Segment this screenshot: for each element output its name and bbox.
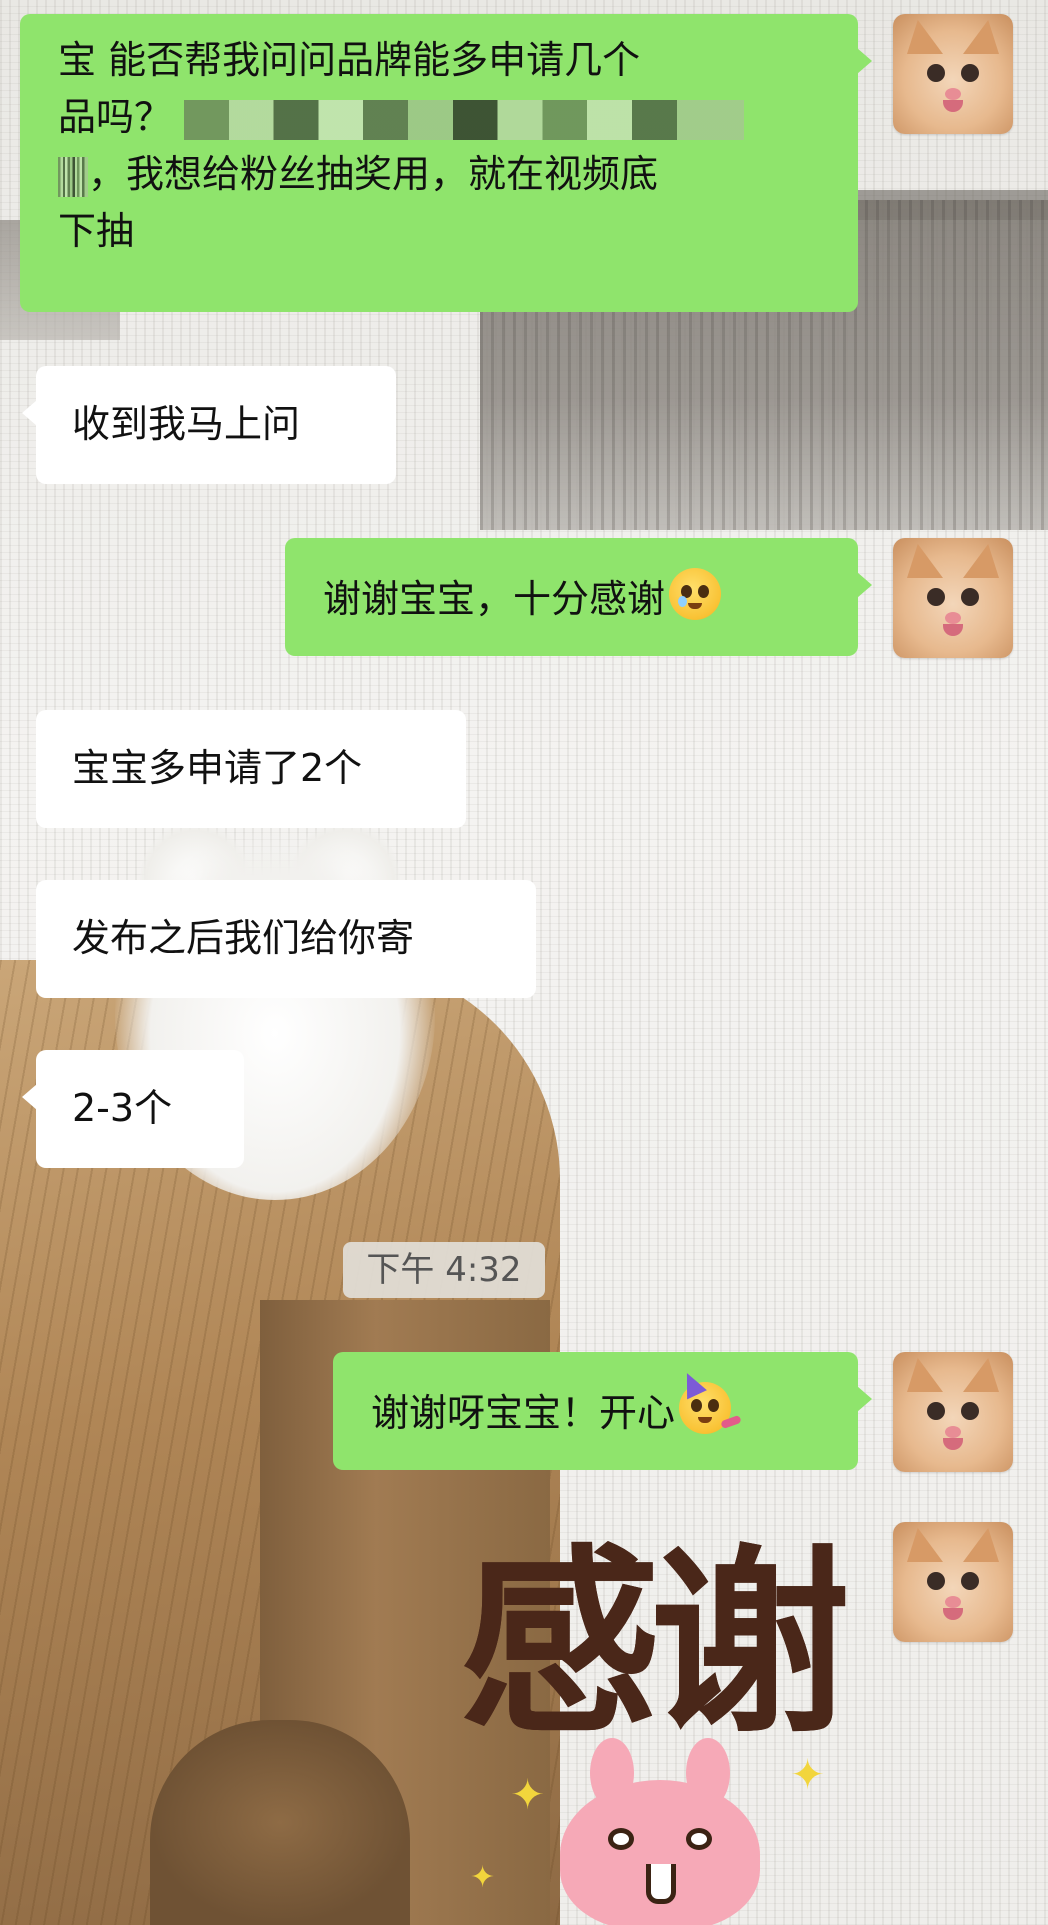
- message-bubble[interactable]: 收到我马上问: [22, 366, 396, 484]
- partying-face-icon: [679, 1382, 742, 1434]
- sticker-message[interactable]: 感谢 ✦ ✦ ✦: [450, 1520, 870, 1925]
- message-text: 谢谢宝宝，十分感谢: [323, 577, 666, 621]
- my-avatar[interactable]: [893, 1352, 1013, 1472]
- message-text: 宝 能否帮我问问品牌能多申请几个: [58, 38, 641, 82]
- redacted-text: [58, 156, 88, 197]
- message-bubble[interactable]: 2-3个: [22, 1050, 244, 1168]
- redacted-text: [184, 99, 745, 140]
- sparkle-icon: ✦: [510, 1770, 546, 1819]
- my-avatar[interactable]: [893, 1522, 1013, 1642]
- my-avatar[interactable]: [893, 14, 1013, 134]
- message-text: 谢谢呀宝宝！开心: [371, 1391, 676, 1435]
- timestamp: 下午 4:32: [343, 1242, 545, 1298]
- message-text: ，我想给粉丝抽奖用，就在视频底: [88, 152, 659, 196]
- pink-bunny-sticker-icon: [560, 1738, 760, 1925]
- message-text: 下抽: [58, 209, 135, 253]
- sparkle-icon: ✦: [790, 1750, 826, 1799]
- my-avatar[interactable]: [893, 538, 1013, 658]
- chat-thread: 宝 能否帮我问问品牌能多申请几个 品吗？ ，我想给粉丝抽奖用，就在视频底 下抽 …: [0, 0, 1048, 1925]
- sticker-text: 感谢: [460, 1528, 850, 1761]
- message-bubble[interactable]: 谢谢呀宝宝！开心: [333, 1352, 872, 1470]
- message-text: 收到我马上问: [72, 402, 301, 446]
- message-bubble[interactable]: 谢谢宝宝，十分感谢: [285, 538, 872, 656]
- message-text: 宝宝多申请了2个: [72, 746, 363, 790]
- message-text: 2-3个: [72, 1086, 173, 1130]
- message-text: 品吗？: [58, 95, 173, 139]
- message-bubble[interactable]: 发布之后我们给你寄: [36, 880, 536, 998]
- message-text: 发布之后我们给你寄: [72, 916, 415, 960]
- pleading-face-icon: [669, 568, 722, 620]
- sparkle-icon: ✦: [470, 1860, 496, 1895]
- message-bubble[interactable]: 宝 能否帮我问问品牌能多申请几个 品吗？ ，我想给粉丝抽奖用，就在视频底 下抽: [20, 14, 872, 312]
- message-bubble[interactable]: 宝宝多申请了2个: [36, 710, 466, 828]
